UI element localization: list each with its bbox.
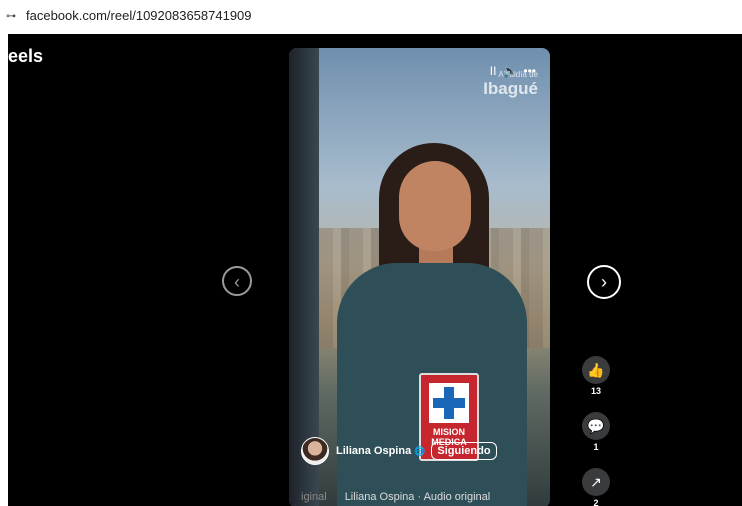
- badge-text-1: MISION: [432, 427, 465, 437]
- tune-icon[interactable]: ⊶: [6, 11, 16, 22]
- comment-button[interactable]: 💬: [582, 412, 610, 440]
- audio-ticker[interactable]: iginal Liliana Ospina · Audio original: [301, 491, 490, 503]
- like-button[interactable]: 👍: [582, 356, 610, 384]
- globe-icon: 🌐: [414, 445, 426, 456]
- share-button[interactable]: ↗: [582, 468, 610, 496]
- brand-big: Ibagué: [483, 79, 538, 98]
- comment-icon: 💬: [587, 418, 605, 434]
- like-count: 13: [590, 386, 601, 396]
- reel-video[interactable]: MISION MEDICA Alcaldía de Ibagué II 🔈 ••…: [289, 48, 550, 506]
- video-controls: II 🔈 •••: [490, 64, 536, 78]
- more-icon[interactable]: •••: [523, 64, 536, 78]
- chevron-right-icon: ›: [601, 272, 607, 292]
- reel-actions: 👍 13 💬 1 ↗ 2: [580, 356, 612, 506]
- reels-viewer: eels MISION MEDICA Alcaldía de Ibagué II…: [8, 34, 742, 506]
- pause-icon[interactable]: II: [490, 64, 497, 78]
- comment-count: 1: [593, 442, 599, 452]
- share-icon: ↗: [590, 474, 602, 490]
- audio-prefix: iginal: [301, 491, 327, 503]
- audio-label[interactable]: Liliana Ospina · Audio original: [345, 491, 491, 503]
- next-reel-button[interactable]: ›: [587, 265, 621, 299]
- cross-icon: [429, 383, 469, 423]
- page-title: eels: [8, 46, 44, 66]
- author-row: Liliana Ospina 🌐 Siguiendo: [301, 437, 497, 465]
- thumbs-up-icon: 👍: [587, 362, 605, 378]
- avatar[interactable]: [301, 437, 329, 465]
- share-count: 2: [593, 498, 599, 506]
- follow-button[interactable]: Siguiendo: [431, 442, 497, 460]
- address-bar[interactable]: ⊶ facebook.com/reel/1092083658741909: [0, 0, 742, 34]
- volume-icon[interactable]: 🔈: [502, 64, 517, 78]
- author-name[interactable]: Liliana Ospina: [336, 445, 411, 457]
- presenter-face: [399, 161, 471, 251]
- chevron-left-icon: ‹: [234, 272, 240, 292]
- previous-reel-button[interactable]: ‹: [222, 266, 252, 296]
- url-text[interactable]: facebook.com/reel/1092083658741909: [26, 8, 252, 23]
